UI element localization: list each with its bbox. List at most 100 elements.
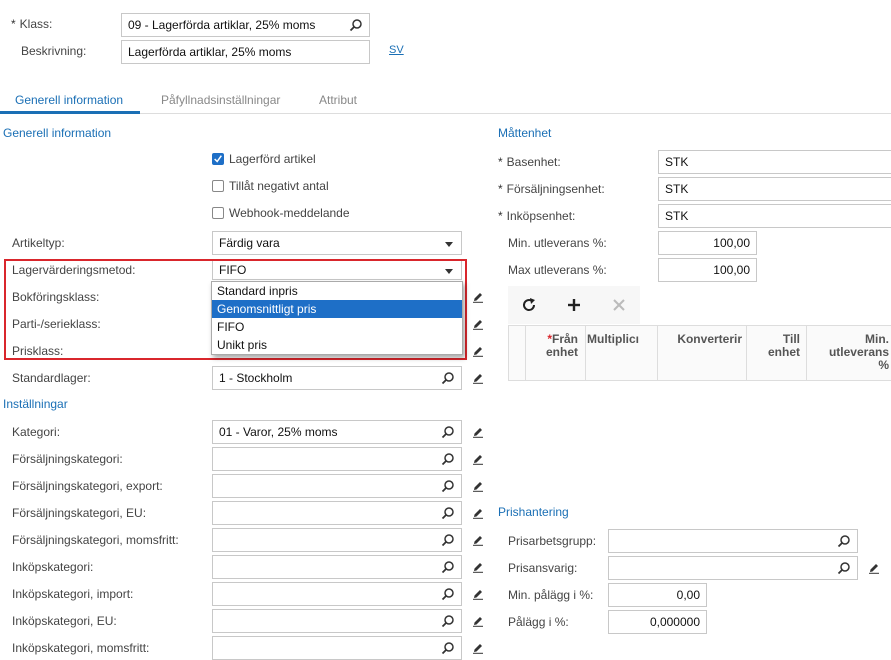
item-type-select[interactable]: Färdig vara [212, 231, 462, 255]
edit-pencil-icon[interactable] [472, 642, 484, 654]
category-input[interactable]: 01 - Varor, 25% moms [212, 420, 462, 444]
settings-field-label: Försäljningskategori, EU: [12, 506, 147, 520]
language-link[interactable]: SV [389, 44, 404, 56]
allow-negative-label: Tillåt negativt antal [229, 179, 329, 193]
dropdown-option[interactable]: Standard inpris [212, 282, 462, 300]
search-icon[interactable] [441, 560, 455, 574]
category-label: Kategori: [12, 425, 61, 439]
default-warehouse-input[interactable]: 1 - Stockholm [212, 366, 462, 390]
settings-field-input[interactable] [212, 636, 462, 660]
settings-field-input[interactable] [212, 609, 462, 633]
search-icon[interactable] [349, 18, 363, 32]
edit-pencil-icon[interactable] [472, 615, 484, 627]
class-label: * Klass: [11, 17, 53, 31]
max-delivery-input[interactable]: 100,00 [658, 258, 757, 282]
search-icon[interactable] [441, 452, 455, 466]
purchase-unit-label: * Inköpsenhet: [498, 209, 576, 223]
price-workgroup-input[interactable] [608, 529, 858, 553]
min-markup-input[interactable]: 0,00 [608, 583, 707, 607]
settings-field-label: Försäljningskategori, export: [12, 479, 163, 493]
settings-field-input[interactable] [212, 528, 462, 552]
pricing-section-title: Prishantering [498, 505, 569, 519]
class-input[interactable]: 09 - Lagerförda artiklar, 25% moms [121, 13, 370, 37]
stock-item-checkbox[interactable] [212, 153, 224, 165]
base-unit-label: * Basenhet: [498, 155, 561, 169]
edit-pencil-icon[interactable] [472, 507, 484, 519]
base-unit-input[interactable]: STK [658, 150, 891, 174]
webhook-label: Webhook-meddelande [229, 206, 350, 220]
settings-field-input[interactable] [212, 447, 462, 471]
settings-field-label: Inköpskategori, momsfritt: [12, 641, 150, 655]
search-icon[interactable] [441, 425, 455, 439]
tab-attributes[interactable]: Attribut [319, 93, 357, 107]
settings-section-title: Inställningar [3, 397, 68, 411]
search-icon[interactable] [441, 641, 455, 655]
item-type-label: Artikeltyp: [12, 236, 65, 250]
edit-pencil-icon[interactable] [472, 534, 484, 546]
general-section-title: Generell information [3, 126, 112, 140]
markup-label: Pålägg i %: [508, 615, 569, 629]
edit-pencil-icon[interactable] [472, 426, 484, 438]
price-manager-label: Prisansvarig: [508, 561, 578, 575]
edit-pencil-icon[interactable] [472, 345, 484, 357]
search-icon[interactable] [837, 561, 851, 575]
settings-field-input[interactable] [212, 474, 462, 498]
uom-section-title: Måttenhet [498, 126, 552, 140]
search-icon[interactable] [441, 533, 455, 547]
tab-replenishment[interactable]: Påfyllnadsinställningar [161, 93, 280, 107]
min-delivery-input[interactable]: 100,00 [658, 231, 757, 255]
grid-header-min-delivery[interactable]: Min. utleverans% [810, 333, 889, 372]
price-workgroup-label: Prisarbetsgrupp: [508, 534, 597, 548]
edit-pencil-icon[interactable] [472, 372, 484, 384]
settings-field-label: Inköpskategori, import: [12, 587, 134, 601]
grid-header-multiplier[interactable]: Multiplicı [587, 333, 639, 346]
tab-general-info[interactable]: Generell information [15, 93, 123, 107]
delete-icon[interactable] [611, 297, 627, 313]
webhook-checkbox[interactable] [212, 207, 224, 219]
search-icon[interactable] [441, 479, 455, 493]
settings-field-input[interactable] [212, 582, 462, 606]
dropdown-option[interactable]: Unikt pris [212, 336, 462, 354]
search-icon[interactable] [441, 506, 455, 520]
search-icon[interactable] [441, 614, 455, 628]
description-input[interactable]: Lagerförda artiklar, 25% moms [121, 40, 370, 64]
dropdown-option-selected[interactable]: Genomsnittligt pris [212, 300, 462, 318]
price-manager-input[interactable] [608, 556, 858, 580]
max-delivery-label: Max utleverans %: [508, 263, 607, 277]
settings-field-input[interactable] [212, 555, 462, 579]
search-icon[interactable] [441, 587, 455, 601]
stock-item-label: Lagerförd artikel [229, 152, 316, 166]
edit-pencil-icon[interactable] [868, 562, 880, 574]
search-icon[interactable] [441, 371, 455, 385]
grid-header-from-unit[interactable]: *Från enhet [532, 333, 578, 359]
settings-field-label: Inköpskategori: [12, 560, 94, 574]
min-delivery-label: Min. utleverans %: [508, 236, 607, 250]
settings-field-label: Försäljningskategori: [12, 452, 123, 466]
checkmark-icon [214, 155, 222, 163]
edit-pencil-icon[interactable] [472, 588, 484, 600]
grid-toolbar [508, 286, 640, 324]
add-icon[interactable] [566, 297, 582, 313]
edit-pencil-icon[interactable] [472, 318, 484, 330]
edit-pencil-icon[interactable] [472, 453, 484, 465]
settings-field-input[interactable] [212, 501, 462, 525]
edit-pencil-icon[interactable] [472, 561, 484, 573]
chevron-down-icon [445, 242, 453, 247]
dropdown-option[interactable]: FIFO [212, 318, 462, 336]
grid-header-conversion[interactable]: Konverterir [660, 333, 742, 346]
grid-header-to-unit[interactable]: Till enhet [750, 333, 800, 359]
valuation-method-dropdown[interactable]: Standard inpris Genomsnittligt pris FIFO… [211, 281, 463, 355]
purchase-unit-input[interactable]: STK [658, 204, 891, 228]
min-markup-label: Min. pålägg i %: [508, 588, 594, 602]
edit-pencil-icon[interactable] [472, 480, 484, 492]
refresh-icon[interactable] [521, 297, 537, 313]
settings-field-label: Försäljningskategori, momsfritt: [12, 533, 179, 547]
markup-input[interactable]: 0,000000 [608, 610, 707, 634]
sales-unit-label: * Försäljningsenhet: [498, 182, 605, 196]
sales-unit-input[interactable]: STK [658, 177, 891, 201]
description-label: Beskrivning: [21, 44, 87, 58]
allow-negative-checkbox[interactable] [212, 180, 224, 192]
search-icon[interactable] [837, 534, 851, 548]
edit-pencil-icon[interactable] [472, 291, 484, 303]
settings-field-label: Inköpskategori, EU: [12, 614, 117, 628]
